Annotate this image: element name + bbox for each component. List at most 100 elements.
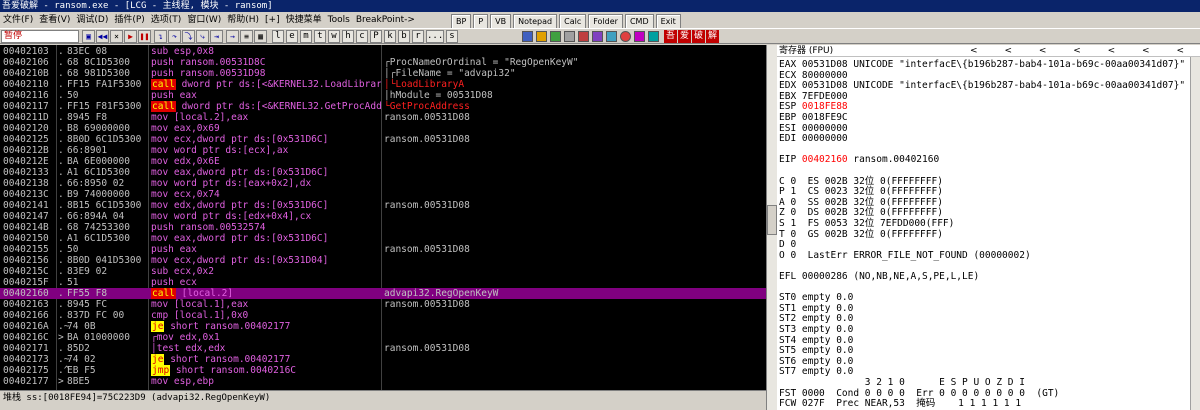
target-icon[interactable] bbox=[620, 31, 631, 42]
quick-button[interactable]: P bbox=[473, 14, 489, 29]
menu-item[interactable]: 查看(V) bbox=[36, 12, 73, 28]
quick-button[interactable]: VB bbox=[490, 14, 512, 29]
window-letter-button[interactable]: k bbox=[384, 30, 396, 43]
register-line[interactable]: T 0 GS 002B 32位 0(FFFFFFFF) bbox=[779, 229, 943, 240]
window-letter-button[interactable]: b bbox=[398, 30, 410, 43]
register-line[interactable]: Z 0 DS 002B 32位 0(FFFFFFFF) bbox=[779, 207, 943, 218]
register-line[interactable]: ST5 empty 0.0 bbox=[779, 345, 853, 356]
quick-button[interactable]: Exit bbox=[655, 14, 681, 29]
instruction-row[interactable]: 00402120. B8 69000000 mov eax,0x69 bbox=[0, 123, 766, 134]
instruction-row[interactable]: 0040216C > BA 01000000 ┌mov edx,0x1 bbox=[0, 332, 766, 343]
instruction-row[interactable]: 0040212B. 66:8901 mov word ptr ds:[ecx],ax bbox=[0, 145, 766, 156]
register-line[interactable]: ST0 empty 0.0 bbox=[779, 292, 853, 303]
register-line[interactable]: ST7 empty 0.0 bbox=[779, 366, 853, 377]
register-line[interactable]: P 1 CS 0023 32位 0(FFFFFFFF) bbox=[779, 186, 943, 197]
window-letter-button[interactable]: ... bbox=[426, 30, 444, 43]
window-icon[interactable] bbox=[564, 31, 575, 42]
register-line[interactable]: ST1 empty 0.0 bbox=[779, 303, 853, 314]
trace-over-icon[interactable]: ⤷ bbox=[196, 30, 209, 43]
register-line[interactable]: ESP 0018FE88 bbox=[779, 101, 848, 112]
quick-button[interactable]: BP bbox=[451, 14, 472, 29]
register-line[interactable]: S 1 FS 0053 32位 7EFDD000(FFF) bbox=[779, 218, 954, 229]
disassembly-pane[interactable]: 00402103. 83EC 08 sub esp,0x8 00402106. 68 8… bbox=[0, 45, 766, 390]
register-line[interactable]: 3 2 1 0 E S P U O Z D I bbox=[779, 377, 1025, 388]
registers-header[interactable]: 寄存器 (FPU) < < < < < < < bbox=[777, 45, 1200, 57]
tools-icon[interactable] bbox=[592, 31, 603, 42]
quick-button[interactable]: CMD bbox=[624, 14, 654, 29]
instruction-row[interactable]: 00402125. 8B0D 6C1D5300 mov ecx,dword ptr … bbox=[0, 134, 766, 145]
brand-button[interactable]: 吾 bbox=[664, 30, 677, 43]
instruction-row[interactable]: 0040211D. 8945 F8 mov [local.2],eax ransom.… bbox=[0, 112, 766, 123]
quick-button[interactable]: Notepad bbox=[513, 14, 558, 29]
disassembly-scrollbar[interactable] bbox=[766, 45, 777, 410]
instruction-row[interactable]: 00402177 >8BE5 mov esp,ebp bbox=[0, 376, 766, 387]
brand-button[interactable]: 解 bbox=[706, 30, 719, 43]
scrollbar-thumb[interactable] bbox=[767, 205, 777, 235]
register-line[interactable]: EIP 00402160 ransom.00402160 bbox=[779, 154, 939, 165]
instruction-row[interactable]: 00402166. 837D FC 00 cmp [local.1],0x0 bbox=[0, 310, 766, 321]
plugin-icon[interactable] bbox=[550, 31, 561, 42]
selected-instruction-row[interactable]: 00402160. FF55 F8 call [local.2] advapi32.R… bbox=[0, 288, 766, 299]
bookmark-icon[interactable] bbox=[634, 31, 645, 42]
instruction-row[interactable]: 00402150. A1 6C1D5300 mov eax,dword ptr ds… bbox=[0, 233, 766, 244]
register-line[interactable]: EDX 00531D08 UNICODE "interfacE\{b196b28… bbox=[779, 80, 1185, 91]
menu-item[interactable]: 选项(T) bbox=[148, 12, 185, 28]
instruction-row[interactable]: 00402117. FF15 F81F5300 call dword ptr ds:… bbox=[0, 101, 766, 112]
register-line[interactable]: FST 0000 Cond 0 0 0 0 Err 0 0 0 0 0 0 0 … bbox=[779, 388, 1059, 399]
instruction-row[interactable]: 0040214B. 68 74253300 push ransom.00532574 bbox=[0, 222, 766, 233]
menu-item[interactable]: 插件(P) bbox=[111, 12, 147, 28]
instruction-row[interactable]: 00402133. A1 6C1D5300 mov eax,dword ptr ds… bbox=[0, 167, 766, 178]
window-letter-button[interactable]: P bbox=[370, 30, 382, 43]
menu-item[interactable]: 调试(D) bbox=[73, 12, 111, 28]
instruction-row[interactable]: 00402138. 66:8950 02 mov word ptr ds:[eax+… bbox=[0, 178, 766, 189]
network-icon[interactable] bbox=[648, 31, 659, 42]
menu-item[interactable]: BreakPoint-> bbox=[353, 12, 418, 28]
window-letter-button[interactable]: r bbox=[412, 30, 424, 43]
register-line[interactable]: EDI 00000000 bbox=[779, 133, 848, 144]
quick-button[interactable]: Folder bbox=[588, 14, 623, 29]
register-view-switch[interactable]: < < < < < < < bbox=[970, 45, 1196, 57]
instruction-row[interactable]: 0040212E. BA 6E000000 mov edx,0x6E bbox=[0, 156, 766, 167]
instruction-row[interactable]: 00402163. 8945 FC mov [local.1],eax ransom.… bbox=[0, 299, 766, 310]
options-icon[interactable] bbox=[536, 31, 547, 42]
window-letter-button[interactable]: l bbox=[272, 30, 284, 43]
register-line[interactable]: O 0 LastErr ERROR_FILE_NOT_FOUND (000000… bbox=[779, 250, 1031, 261]
execute-till-return-icon[interactable]: ⇥ bbox=[210, 30, 223, 43]
menu-item[interactable]: 帮助(H) bbox=[224, 12, 262, 28]
instruction-row[interactable]: 00402173 .~ 74 02 je short ransom.00402177 bbox=[0, 354, 766, 365]
window-letter-button[interactable]: t bbox=[314, 30, 326, 43]
refresh-icon[interactable] bbox=[606, 31, 617, 42]
register-line[interactable]: ST4 empty 0.0 bbox=[779, 335, 853, 346]
register-line[interactable]: D 0 bbox=[779, 239, 796, 250]
window-letter-button[interactable]: h bbox=[342, 30, 354, 43]
register-line[interactable]: EBX 7EFDE000 bbox=[779, 91, 848, 102]
brand-button[interactable]: 破 bbox=[692, 30, 705, 43]
instruction-row[interactable]: 00402175 .^ EB F5 jmp short ransom.0040216C bbox=[0, 365, 766, 376]
registers-scrollbar[interactable] bbox=[1190, 57, 1200, 410]
menu-item[interactable]: 窗口(W) bbox=[184, 12, 224, 28]
instruction-row[interactable]: 00402147. 66:894A 04 mov word ptr ds:[edx+… bbox=[0, 211, 766, 222]
register-line[interactable]: FCW 027F Prec NEAR,53 掩码 1 1 1 1 1 1 bbox=[779, 398, 1021, 409]
register-line[interactable]: ST3 empty 0.0 bbox=[779, 324, 853, 335]
grid-icon[interactable]: ▦ bbox=[254, 30, 267, 43]
instruction-row[interactable]: 0040213C. B9 74000000 mov ecx,0x74 bbox=[0, 189, 766, 200]
register-line[interactable]: EFL 00000286 (NO,NB,NE,A,S,PE,L,LE) bbox=[779, 271, 979, 282]
register-line[interactable]: ESI 00000000 bbox=[779, 123, 848, 134]
step-into-icon[interactable]: ↴ bbox=[154, 30, 167, 43]
list-icon[interactable]: ≡ bbox=[240, 30, 253, 43]
instruction-row[interactable]: 00402171. 85D2 │test edx,edx ransom.00531D0… bbox=[0, 343, 766, 354]
step-over-icon[interactable]: ↷ bbox=[168, 30, 181, 43]
help-icon[interactable] bbox=[578, 31, 589, 42]
rewind-icon[interactable]: ◀◀ bbox=[96, 30, 109, 43]
instruction-row[interactable]: 0040216A .~ 74 0B je short ransom.00402177 bbox=[0, 321, 766, 332]
window-letter-button[interactable]: m bbox=[300, 30, 312, 43]
quick-button[interactable]: Calc bbox=[559, 14, 587, 29]
menu-item[interactable]: 文件(F) bbox=[0, 12, 36, 28]
goto-icon[interactable]: → bbox=[226, 30, 239, 43]
instruction-row[interactable]: 0040215C. 83E9 02 sub ecx,0x2 bbox=[0, 266, 766, 277]
window-letter-button[interactable]: w bbox=[328, 30, 340, 43]
menu-item[interactable]: Tools bbox=[325, 12, 353, 28]
pause-icon[interactable]: ❚❚ bbox=[138, 30, 151, 43]
register-line[interactable]: EAX 00531D08 UNICODE "interfacE\{b196b28… bbox=[779, 59, 1185, 70]
instruction-row[interactable]: 00402103. 83EC 08 sub esp,0x8 bbox=[0, 46, 766, 57]
